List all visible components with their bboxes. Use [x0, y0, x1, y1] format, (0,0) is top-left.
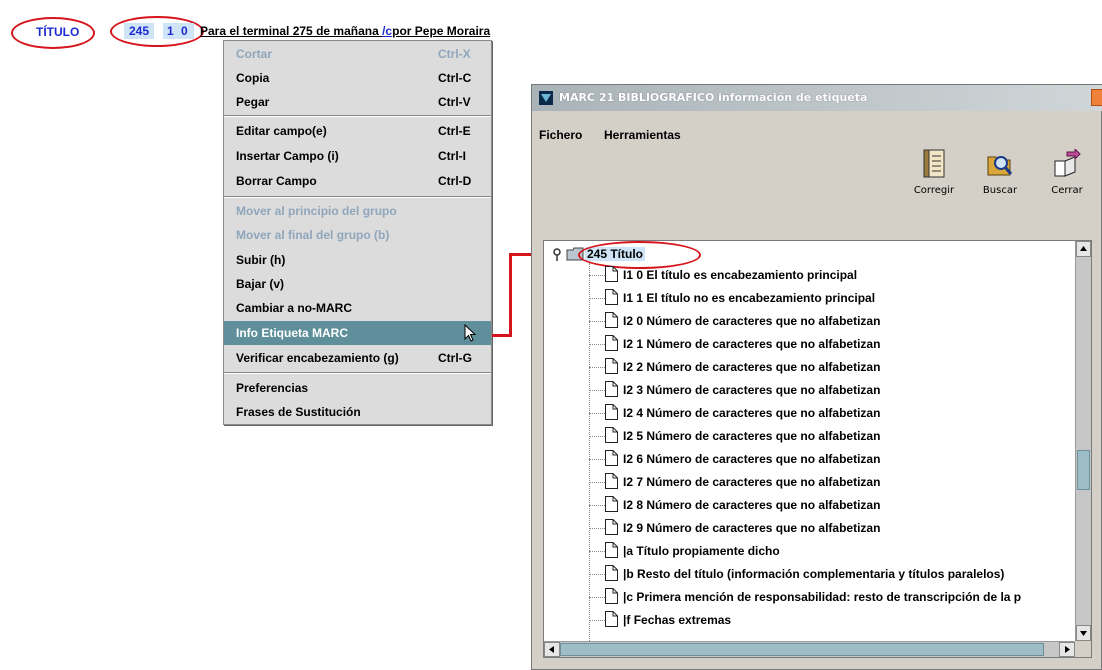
menu-separator [224, 372, 491, 374]
menu-item-substitution-phrases[interactable]: Frases de Sustitución [224, 400, 491, 424]
scroll-thumb-vertical[interactable] [1077, 450, 1090, 490]
document-icon [605, 565, 618, 581]
context-menu: Cortar Ctrl-X Copia Ctrl-C Pegar Ctrl-V Edi… [223, 40, 492, 425]
tree-item[interactable]: I2 6 Número de caracteres que no alfabet… [589, 448, 1089, 470]
menu-item-edit-field[interactable]: Editar campo(e) Ctrl-E [224, 119, 491, 143]
tree-item[interactable]: I2 4 Número de caracteres que no alfabet… [589, 402, 1089, 424]
tag-tree[interactable]: 245 Título I1 0 El título es encabezamie… [543, 240, 1092, 658]
scroll-down-button[interactable] [1076, 625, 1091, 641]
close-icon[interactable] [1091, 89, 1102, 106]
scroll-up-button[interactable] [1076, 241, 1091, 257]
document-icon [605, 519, 618, 535]
tree-item[interactable]: I1 0 El título es encabezamiento princip… [589, 264, 1089, 286]
tree-item[interactable]: I2 7 Número de caracteres que no alfabet… [589, 471, 1089, 493]
menu-item-paste[interactable]: Pegar Ctrl-V [224, 90, 491, 114]
window-app-icon [539, 91, 553, 105]
document-icon [605, 427, 618, 443]
tree-item[interactable]: I2 1 Número de caracteres que no alfabet… [589, 333, 1089, 355]
menu-item-insert-field[interactable]: Insertar Campo (i) Ctrl-I [224, 144, 491, 168]
window-toolbar: Corregir Buscar Cerrar [532, 137, 1102, 217]
window-title: MARC 21 BIBLIOGRAFICO información de eti… [559, 91, 868, 104]
document-icon [605, 542, 618, 558]
menu-item-copy[interactable]: Copia Ctrl-C [224, 66, 491, 90]
menu-item-delete-field[interactable]: Borrar Campo Ctrl-D [224, 169, 491, 193]
menu-item-move-down[interactable]: Bajar (v) [224, 272, 491, 296]
menu-item-verify-heading[interactable]: Verificar encabezamiento (g) Ctrl-G [224, 346, 491, 370]
tree-item[interactable]: I2 9 Número de caracteres que no alfabet… [589, 517, 1089, 539]
document-icon [605, 611, 618, 627]
tree-item[interactable]: |b Resto del título (información complem… [589, 563, 1089, 585]
field-indicators[interactable]: 1 0 [163, 23, 194, 39]
menu-separator [224, 115, 491, 117]
field-name-label: TÍTULO [36, 25, 80, 39]
tree-item[interactable]: I2 5 Número de caracteres que no alfabet… [589, 425, 1089, 447]
tree-item[interactable]: I2 8 Número de caracteres que no alfabet… [589, 494, 1089, 516]
menu-item-marc-tag-info[interactable]: Info Etiqueta MARC [224, 321, 491, 345]
corregir-button[interactable]: Corregir [905, 149, 963, 209]
tree-item[interactable]: I2 2 Número de caracteres que no alfabet… [589, 356, 1089, 378]
menu-item-move-up[interactable]: Subir (h) [224, 248, 491, 272]
menu-item-move-top[interactable]: Mover al principio del grupo [224, 199, 491, 223]
corregir-label: Corregir [913, 185, 955, 196]
buscar-button[interactable]: Buscar [971, 149, 1029, 209]
scroll-corner [1075, 641, 1091, 657]
field-tag[interactable]: 245 [124, 23, 155, 39]
arrow-left-icon [549, 646, 554, 653]
tree-item[interactable]: |a Título propiamente dicho [589, 540, 1089, 562]
subfield-code: /c [382, 24, 393, 38]
window-title-bar[interactable]: MARC 21 BIBLIOGRAFICO información de eti… [532, 85, 1102, 111]
document-icon [605, 312, 618, 328]
marc-info-window: MARC 21 BIBLIOGRAFICO información de eti… [531, 84, 1102, 670]
document-icon [605, 404, 618, 420]
menu-item-change-non-marc[interactable]: Cambiar a no-MARC [224, 296, 491, 320]
menu-item-move-bottom[interactable]: Mover al final del grupo (b) [224, 223, 491, 247]
buscar-icon [987, 156, 1013, 176]
marc-field-line[interactable]: TÍTULO 245 1 0 Para el terminal 275 de m… [0, 0, 1102, 49]
menu-separator [224, 196, 491, 198]
scroll-thumb-horizontal[interactable] [560, 643, 1044, 656]
window-menubar: Fichero Herramientas [532, 111, 1102, 142]
field-text-post: por Pepe Moraira [392, 24, 491, 38]
tree-item[interactable]: |f Fechas extremas [589, 609, 1089, 631]
document-icon [605, 588, 618, 604]
corregir-icon [923, 149, 945, 178]
document-icon [605, 496, 618, 512]
document-icon [605, 450, 618, 466]
cerrar-label: Cerrar [1051, 185, 1083, 196]
scroll-right-button[interactable] [1059, 642, 1075, 657]
arrow-up-icon [1080, 246, 1087, 251]
tree-item[interactable]: I2 0 Número de caracteres que no alfabet… [589, 310, 1089, 332]
document-icon [605, 381, 618, 397]
document-icon [605, 358, 618, 374]
document-icon [605, 266, 618, 282]
document-icon [605, 289, 618, 305]
tree-item[interactable]: I1 1 El título no es encabezamiento prin… [589, 287, 1089, 309]
document-icon [605, 335, 618, 351]
vertical-scrollbar[interactable] [1075, 241, 1091, 641]
cursor-arrow-icon [464, 324, 477, 342]
arrow-right-icon [1065, 646, 1070, 653]
buscar-label: Buscar [982, 185, 1018, 196]
horizontal-scrollbar[interactable] [544, 641, 1075, 657]
scroll-left-button[interactable] [544, 642, 560, 657]
annotation-connector [509, 253, 512, 337]
menu-item-preferences[interactable]: Preferencias [224, 376, 491, 400]
arrow-down-icon [1080, 631, 1087, 636]
document-icon [605, 473, 618, 489]
cerrar-button[interactable]: Cerrar [1038, 149, 1096, 209]
field-text-pre: Para el terminal 275 de mañana [200, 24, 383, 38]
tree-item[interactable]: |c Primera mención de responsabilidad: r… [589, 586, 1089, 608]
key-icon[interactable] [552, 248, 562, 262]
cerrar-icon [1054, 149, 1081, 177]
menu-item-cut[interactable]: Cortar Ctrl-X [224, 42, 491, 66]
tree-item[interactable]: I2 3 Número de caracteres que no alfabet… [589, 379, 1089, 401]
field-content[interactable]: Para el terminal 275 de mañana /cpor Pep… [200, 24, 490, 38]
